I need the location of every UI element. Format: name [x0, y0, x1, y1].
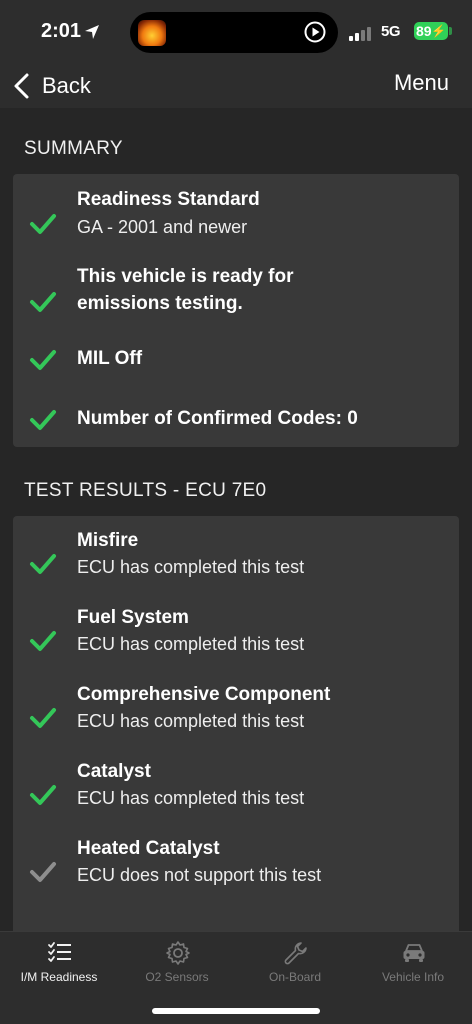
status-time: 2:01: [41, 20, 82, 42]
menu-button[interactable]: Menu: [394, 70, 449, 96]
checkmark-icon: [30, 410, 56, 430]
checkmark-icon: [30, 554, 56, 574]
gear-icon: [166, 941, 190, 965]
tab-o2-sensors[interactable]: O2 Sensors: [118, 932, 236, 1002]
summary-header: SUMMARY: [24, 138, 123, 159]
row-title: Comprehensive Component: [77, 684, 331, 705]
tab-label: Vehicle Info: [381, 970, 445, 984]
row-title: Heated Catalyst: [77, 838, 220, 859]
status-bar: 2:01 5G 89 ⚡: [0, 0, 472, 62]
row-title: Catalyst: [77, 761, 151, 782]
checkmark-icon: [30, 785, 56, 805]
tab-im-readiness[interactable]: I/M Readiness: [0, 932, 118, 1002]
row-subtitle: ECU has completed this test: [77, 634, 305, 654]
checkmark-icon: [30, 631, 56, 651]
chevron-left-icon: [14, 73, 29, 99]
network-type: 5G: [381, 23, 401, 40]
row-subtitle: ECU does not support this test: [77, 865, 322, 885]
checkmark-icon: [30, 292, 56, 312]
now-playing-artwork: [138, 20, 166, 46]
tab-on-board[interactable]: On-Board: [236, 932, 354, 1002]
row-title-line2: emissions testing.: [77, 293, 243, 314]
checkmark-unsupported-icon: [30, 862, 56, 882]
tab-label: O2 Sensors: [145, 970, 209, 984]
checklist-icon: [48, 942, 71, 962]
back-button[interactable]: Back: [12, 68, 91, 104]
row-title: Fuel System: [77, 607, 189, 628]
row-subtitle: ECU has completed this test: [77, 557, 305, 577]
charging-bolt-icon: ⚡: [431, 24, 446, 38]
test-results-header: TEST RESULTS - ECU 7E0: [24, 480, 267, 501]
row-title-line1: This vehicle is ready for: [77, 266, 294, 287]
back-label: Back: [42, 73, 91, 98]
checkmark-icon: [30, 350, 56, 370]
wrench-icon: [284, 942, 307, 965]
tab-label: On-Board: [268, 970, 322, 984]
test-results-card: Misfire ECU has completed this test Fuel…: [13, 516, 459, 936]
row-title: Number of Confirmed Codes: 0: [77, 408, 358, 429]
car-icon: [403, 944, 425, 962]
row-title: Readiness Standard: [77, 189, 260, 210]
row-title: MIL Off: [77, 348, 143, 369]
checkmark-icon: [30, 708, 56, 728]
location-arrow-icon: [85, 25, 99, 39]
battery-cap: [449, 27, 452, 35]
tab-vehicle-info[interactable]: Vehicle Info: [354, 932, 472, 1002]
nav-bar: Back Menu: [0, 62, 472, 108]
summary-card: Readiness Standard GA - 2001 and newer T…: [13, 174, 459, 447]
cellular-signal-icon: [349, 27, 371, 41]
row-subtitle: ECU has completed this test: [77, 711, 305, 731]
play-icon: [304, 21, 326, 43]
battery-level: 89: [416, 23, 432, 39]
home-indicator[interactable]: [152, 1008, 320, 1014]
row-title: Misfire: [77, 530, 139, 551]
tab-label: I/M Readiness: [20, 970, 98, 984]
row-subtitle: GA - 2001 and newer: [77, 217, 248, 237]
row-subtitle: ECU has completed this test: [77, 788, 305, 808]
battery-indicator: 89 ⚡: [414, 22, 448, 40]
checkmark-icon: [30, 214, 56, 234]
